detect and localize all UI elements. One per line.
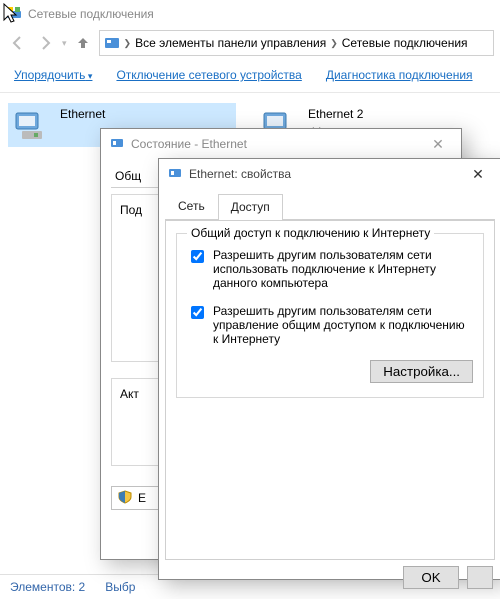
connection-name: Ethernet <box>60 107 105 121</box>
organize-menu[interactable]: Упорядочить <box>14 68 92 82</box>
dialog-title: Состояние - Ethernet <box>131 137 247 151</box>
close-button[interactable]: ✕ <box>463 159 493 189</box>
network-icon <box>167 165 183 184</box>
chevron-right-icon: ❯ <box>124 38 132 49</box>
dialog-title-bar[interactable]: Ethernet: свойства ✕ <box>159 159 500 189</box>
close-button[interactable]: ✕ <box>423 129 453 159</box>
allow-control-checkbox[interactable] <box>191 306 204 319</box>
settings-button[interactable]: Настройка... <box>370 360 473 383</box>
ethernet-properties-dialog: Ethernet: свойства ✕ Сеть Доступ Общий д… <box>158 158 500 580</box>
breadcrumb[interactable]: ❯ Все элементы панели управления ❯ Сетев… <box>99 30 494 56</box>
allow-sharing-checkbox[interactable] <box>191 250 204 263</box>
allow-control-label: Разрешить другим пользователям сети упра… <box>213 304 473 346</box>
tab-strip: Сеть Доступ <box>165 193 495 220</box>
shield-icon <box>118 490 134 506</box>
chevron-right-icon: ❯ <box>330 38 338 49</box>
breadcrumb-segment[interactable]: Сетевые подключения <box>342 36 468 50</box>
nav-up-button[interactable] <box>71 31 95 55</box>
network-icon <box>109 135 125 154</box>
connection-name: Ethernet 2 <box>308 107 363 121</box>
label-truncated: E <box>138 491 146 505</box>
disable-device-button[interactable]: Отключение сетевого устройства <box>116 68 301 82</box>
diagnose-button[interactable]: Диагностика подключения <box>326 68 473 82</box>
nav-back-button[interactable] <box>6 31 30 55</box>
network-conn-icon <box>6 5 22 24</box>
window-title: Сетевые подключения <box>28 7 154 21</box>
toolbar: Упорядочить Отключение сетевого устройст… <box>0 58 500 93</box>
control-panel-icon <box>104 35 120 51</box>
dialog-title-bar[interactable]: Состояние - Ethernet ✕ <box>101 129 461 159</box>
cancel-button-truncated[interactable] <box>467 566 493 589</box>
nav-forward-button[interactable] <box>34 31 58 55</box>
nav-history-dropdown[interactable]: ▾ <box>62 38 67 49</box>
status-selected-truncated: Выбр <box>105 580 135 594</box>
status-item-count: Элементов: 2 <box>10 580 85 594</box>
nav-row: ▾ ❯ Все элементы панели управления ❯ Сет… <box>0 28 500 58</box>
tab-network[interactable]: Сеть <box>165 193 218 219</box>
ok-button[interactable]: OK <box>403 566 459 589</box>
tab-general-truncated[interactable]: Общ <box>115 169 141 183</box>
ics-group: Общий доступ к подключению к Интернету Р… <box>176 233 484 398</box>
window-title-bar: Сетевые подключения <box>0 0 500 28</box>
breadcrumb-segment[interactable]: Все элементы панели управления <box>135 36 326 50</box>
ethernet-adapter-icon <box>12 107 52 143</box>
ics-group-title: Общий доступ к подключению к Интернету <box>187 226 434 240</box>
allow-sharing-label: Разрешить другим пользователям сети испо… <box>213 248 473 290</box>
tab-sharing[interactable]: Доступ <box>218 194 283 220</box>
sharing-tab-body: Общий доступ к подключению к Интернету Р… <box>165 220 495 560</box>
dialog-title: Ethernet: свойства <box>189 167 291 181</box>
